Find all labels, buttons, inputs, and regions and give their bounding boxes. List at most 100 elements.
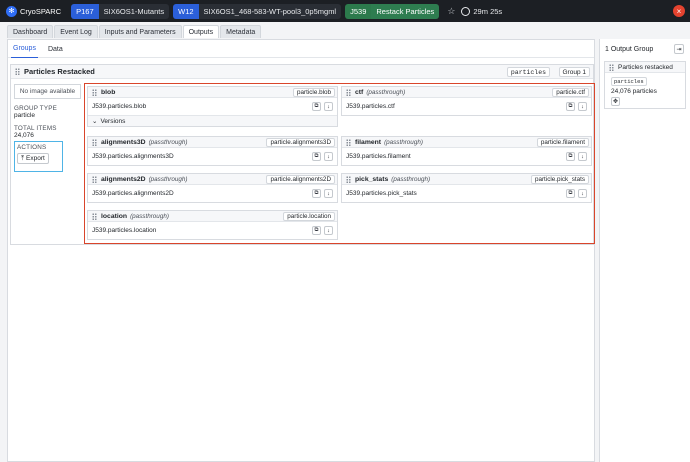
field-pick-stats: pick_stats (passthrough) particle.pick_s…	[341, 173, 592, 203]
job-timer: 29m 25s	[461, 6, 503, 16]
field-name: pick_stats	[355, 175, 389, 183]
drag-handle-icon[interactable]	[92, 138, 97, 146]
field-alignments3D: alignments3D (passthrough) particle.alig…	[87, 136, 338, 166]
tab-outputs[interactable]: Outputs	[182, 25, 220, 38]
copy-icon[interactable]: ⧉	[312, 102, 321, 111]
top-bar: ✻ CryoSPARC P167 SIX6OS1-Mutants W12 SIX…	[0, 0, 690, 22]
copy-icon[interactable]: ⧉	[312, 152, 321, 161]
copy-icon[interactable]: ⧉	[566, 189, 575, 198]
field-body: J539.particles.alignments3D ⧉ ↓	[88, 148, 337, 165]
versions-toggle[interactable]: ⌄ Versions	[88, 115, 337, 126]
group-type-label: GROUP TYPE	[14, 105, 58, 112]
output-group-card: Particles Restacked particles Group 1 No…	[10, 64, 595, 245]
drag-handle-icon[interactable]	[346, 88, 351, 96]
copy-icon[interactable]: ⧉	[566, 102, 575, 111]
field-tag: particle.alignments2D	[266, 175, 335, 184]
breadcrumb-project[interactable]: P167 SIX6OS1-Mutants	[71, 3, 170, 19]
field-body: J539.particles.ctf ⧉ ↓	[342, 98, 591, 115]
export-label: Export	[26, 155, 45, 162]
field-name: ctf	[355, 88, 364, 96]
field-passthrough: (passthrough)	[148, 175, 188, 183]
project-tag: P167	[71, 3, 99, 19]
copy-icon[interactable]: ⧉	[312, 226, 321, 235]
field-header: filament (passthrough) particle.filament	[342, 137, 591, 148]
drag-handle-icon[interactable]	[346, 175, 351, 183]
chevron-down-icon: ⌄	[92, 118, 98, 125]
output-groups-panel: 1 Output Group ⇥ Particles restacked par…	[599, 39, 690, 462]
field-path: J539.particles.alignments2D	[92, 190, 174, 197]
copy-icon[interactable]: ⧉	[566, 152, 575, 161]
field-location: location (passthrough) particle.location…	[87, 210, 338, 240]
field-header: alignments3D (passthrough) particle.alig…	[88, 137, 337, 148]
field-path: J539.particles.alignments3D	[92, 153, 174, 160]
field-body: J539.particles.alignments2D ⧉ ↓	[88, 185, 337, 202]
field-name: alignments2D	[101, 175, 146, 183]
drag-handle-icon[interactable]	[346, 138, 351, 146]
job-tag: J539	[345, 3, 372, 19]
job-tabs: Dashboard Event Log Inputs and Parameter…	[7, 25, 262, 38]
project-label: SIX6OS1-Mutants	[98, 3, 170, 19]
field-name: filament	[355, 138, 382, 146]
output-group-summary-card[interactable]: Particles restacked particles 24,076 par…	[604, 61, 686, 109]
download-icon[interactable]: ↓	[324, 189, 333, 198]
download-icon[interactable]: ↓	[324, 102, 333, 111]
timer-value: 29m 25s	[473, 6, 503, 16]
field-tag: particle.filament	[536, 138, 589, 147]
field-passthrough: (passthrough)	[130, 212, 169, 220]
copy-icon[interactable]: ⧉	[312, 189, 321, 198]
collapse-panel-icon[interactable]: ⇥	[674, 44, 684, 54]
tab-inputs-parameters[interactable]: Inputs and Parameters	[98, 25, 182, 38]
drag-handle-icon[interactable]	[609, 63, 614, 71]
fields-highlight: blob particle.blob J539.particles.blob ⧉…	[84, 83, 595, 244]
group-type-value: particle	[14, 112, 35, 119]
field-path: J539.particles.blob	[92, 103, 147, 110]
output-card-title: Particles restacked	[618, 63, 673, 71]
total-items-label: TOTAL ITEMS	[14, 125, 57, 132]
drag-handle-icon[interactable]	[15, 68, 20, 75]
subtab-data[interactable]: Data	[46, 40, 65, 58]
upload-icon: ⤒	[21, 154, 25, 162]
output-card-header: Particles restacked	[605, 62, 685, 73]
field-body: J539.particles.blob ⧉ ↓	[88, 98, 337, 115]
group-title: Particles Restacked	[24, 67, 95, 76]
download-icon[interactable]: ↓	[324, 226, 333, 235]
drag-handle-icon[interactable]	[92, 212, 97, 220]
tab-metadata[interactable]: Metadata	[220, 25, 262, 38]
field-tag: particle.location	[283, 212, 335, 221]
breadcrumb-workspace[interactable]: W12 SIX6OS1_468-583-WT-pool3_0p5mgml	[173, 3, 342, 19]
export-button[interactable]: ⤒ Export	[17, 153, 49, 164]
download-icon[interactable]: ↓	[578, 152, 587, 161]
breadcrumb-job[interactable]: J539 Restack Particles	[345, 3, 440, 19]
field-passthrough: (passthrough)	[366, 88, 406, 96]
drag-handle-icon[interactable]	[92, 175, 97, 183]
tab-dashboard[interactable]: Dashboard	[7, 25, 54, 38]
versions-label: Versions	[100, 117, 126, 125]
close-icon: ×	[676, 6, 682, 16]
download-icon[interactable]: ↓	[578, 189, 587, 198]
field-path: J539.particles.pick_stats	[346, 190, 417, 197]
particles-icon[interactable]: ✥	[611, 97, 620, 106]
field-tag: particle.blob	[293, 88, 335, 97]
group-header: Particles Restacked particles Group 1	[11, 65, 593, 79]
field-passthrough: (passthrough)	[391, 175, 431, 183]
subtab-groups[interactable]: Groups	[11, 40, 38, 58]
field-body: J539.particles.pick_stats ⧉ ↓	[342, 185, 591, 202]
field-tag: particle.alignments3D	[266, 138, 335, 147]
actions-label: ACTIONS	[17, 144, 47, 151]
tab-event-log[interactable]: Event Log	[54, 25, 98, 38]
download-icon[interactable]: ↓	[324, 152, 333, 161]
no-image-placeholder: No image available	[14, 84, 81, 99]
app-logo[interactable]: ✻ CryoSPARC	[6, 5, 61, 17]
close-button[interactable]: ×	[673, 5, 685, 17]
download-icon[interactable]: ↓	[578, 102, 587, 111]
field-body: J539.particles.filament ⧉ ↓	[342, 148, 591, 165]
drag-handle-icon[interactable]	[92, 88, 97, 96]
field-blob: blob particle.blob J539.particles.blob ⧉…	[87, 86, 338, 127]
field-path: J539.particles.ctf	[346, 103, 395, 110]
outputs-panel: Groups Data Particles Restacked particle…	[7, 39, 595, 462]
field-alignments2D: alignments2D (passthrough) particle.alig…	[87, 173, 338, 203]
job-label: Restack Particles	[371, 3, 440, 19]
field-path: J539.particles.location	[92, 227, 157, 234]
field-header: blob particle.blob	[88, 87, 337, 98]
star-icon[interactable]: ☆	[447, 6, 455, 17]
